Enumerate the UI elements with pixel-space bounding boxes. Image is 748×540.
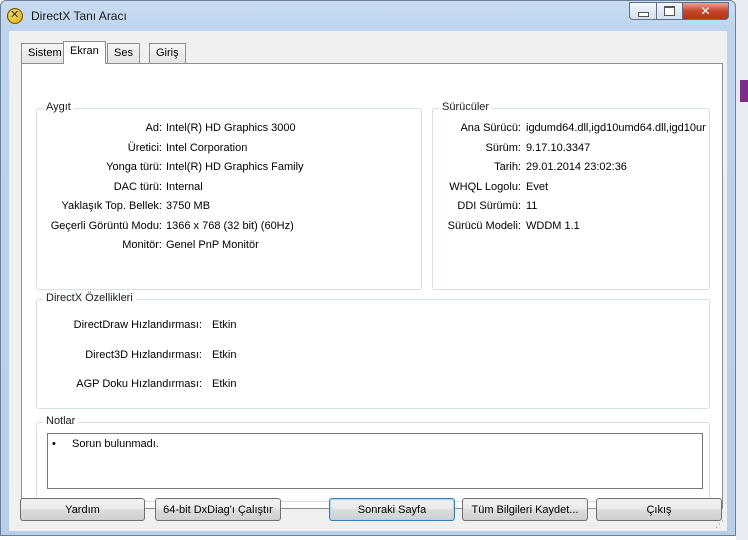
maximize-button[interactable] — [656, 2, 682, 20]
driver-row-label: Ana Sürücü: — [460, 122, 521, 134]
tab-giris[interactable]: Giriş — [149, 43, 186, 63]
driver-row-label: Sürücü Modeli: — [447, 219, 521, 232]
device-row-label: Yaklaşık Top. Bellek: — [61, 200, 162, 212]
notes-group-title: Notlar — [43, 415, 79, 427]
driver-row-label: DDI Sürümü: — [457, 200, 521, 212]
feature-row-value: Etkin — [212, 319, 237, 331]
notes-textbox[interactable]: • Sorun bulunmadı. — [47, 433, 703, 489]
next-page-button[interactable]: Sonraki Sayfa — [329, 498, 455, 521]
device-row-value: Intel Corporation — [166, 141, 248, 154]
save-all-info-button[interactable]: Tüm Bilgileri Kaydet... — [462, 498, 588, 521]
notes-group: Notlar • Sorun bulunmadı. — [36, 415, 710, 502]
help-button[interactable]: Yardım — [20, 498, 145, 521]
device-row-value: 3750 MB — [166, 200, 211, 212]
device-row-label: Üretici: — [127, 141, 162, 154]
client-area: Sistem Ekran Ses Giriş Aygıt Ad: Intel(R)… — [9, 31, 727, 531]
device-group: Aygıt Ad: Intel(R) HD Graphics 3000 Üretic… — [36, 101, 422, 290]
title-bar[interactable]: DirectX Tanı Aracı ✕ — [1, 1, 735, 31]
run-64bit-dxdiag-button[interactable]: 64-bit DxDiag'ı Çalıştır — [155, 498, 281, 521]
device-row-label: Monitör: — [122, 239, 162, 251]
driver-row-label: Tarih: — [494, 161, 521, 173]
resize-grip-icon[interactable]: ⋰ — [715, 519, 725, 529]
dxdiag-window: DirectX Tanı Aracı ✕ Sistem Ekran Ses Gi… — [0, 0, 736, 536]
device-row-value: Internal — [166, 180, 203, 193]
tab-sistem[interactable]: Sistem — [21, 43, 69, 63]
tab-panel-ekran: Aygıt Ad: Intel(R) HD Graphics 3000 Üretic… — [21, 63, 723, 509]
feature-row-value: Etkin — [212, 348, 237, 361]
driver-row-value: Evet — [526, 180, 549, 193]
driver-row-value: WDDM 1.1 — [526, 219, 580, 232]
exit-button[interactable]: Çıkış — [596, 498, 722, 521]
maximize-icon — [664, 6, 675, 16]
feature-row-label: AGP Doku Hızlandırması: — [76, 378, 202, 390]
directx-icon — [7, 8, 23, 24]
device-row-label: Yonga türü: — [106, 161, 162, 173]
driver-row-value: 29.01.2014 23:02:36 — [526, 161, 627, 173]
driver-row-value: 9.17.10.3347 — [526, 141, 591, 154]
tab-ekran[interactable]: Ekran — [63, 41, 106, 64]
feature-row-label: DirectDraw Hızlandırması: — [73, 319, 202, 331]
device-row-value: 1366 x 768 (32 bit) (60Hz) — [166, 219, 294, 232]
window-title: DirectX Tanı Aracı — [31, 9, 127, 23]
device-group-title: Aygıt — [43, 101, 74, 113]
close-button[interactable]: ✕ — [682, 2, 729, 20]
bullet-icon: • — [52, 438, 56, 450]
tab-ses[interactable]: Ses — [107, 43, 140, 63]
drivers-group: Sürücüler Ana Sürücü: igdumd64.dll,igd10u… — [432, 101, 710, 290]
features-group-title: DirectX Özellikleri — [43, 292, 136, 304]
device-row-value: Intel(R) HD Graphics Family — [166, 161, 304, 173]
drivers-group-title: Sürücüler — [439, 101, 493, 113]
device-row-label: Geçerli Görüntü Modu: — [50, 219, 162, 232]
device-row-value: Intel(R) HD Graphics 3000 — [166, 122, 296, 134]
directx-features-group: DirectX Özellikleri DirectDraw Hızlandır… — [36, 292, 710, 409]
driver-row-label: WHQL Logolu: — [449, 180, 521, 193]
desktop-background — [736, 0, 748, 540]
device-row-label: Ad: — [145, 122, 162, 134]
driver-row-value: igdumd64.dll,igd10umd64.dll,igd10um — [526, 122, 706, 134]
minimize-icon — [637, 11, 649, 17]
minimize-button[interactable] — [629, 2, 656, 20]
desktop-accent — [740, 80, 748, 102]
close-icon: ✕ — [700, 4, 711, 18]
feature-row-value: Etkin — [212, 378, 237, 390]
note-item: Sorun bulunmadı. — [72, 438, 159, 450]
device-row-label: DAC türü: — [113, 180, 162, 193]
caption-buttons: ✕ — [629, 2, 729, 21]
driver-row-value: 11 — [526, 200, 538, 212]
device-row-value: Genel PnP Monitör — [166, 239, 259, 251]
driver-row-label: Sürüm: — [485, 141, 521, 154]
feature-row-label: Direct3D Hızlandırması: — [85, 348, 202, 361]
